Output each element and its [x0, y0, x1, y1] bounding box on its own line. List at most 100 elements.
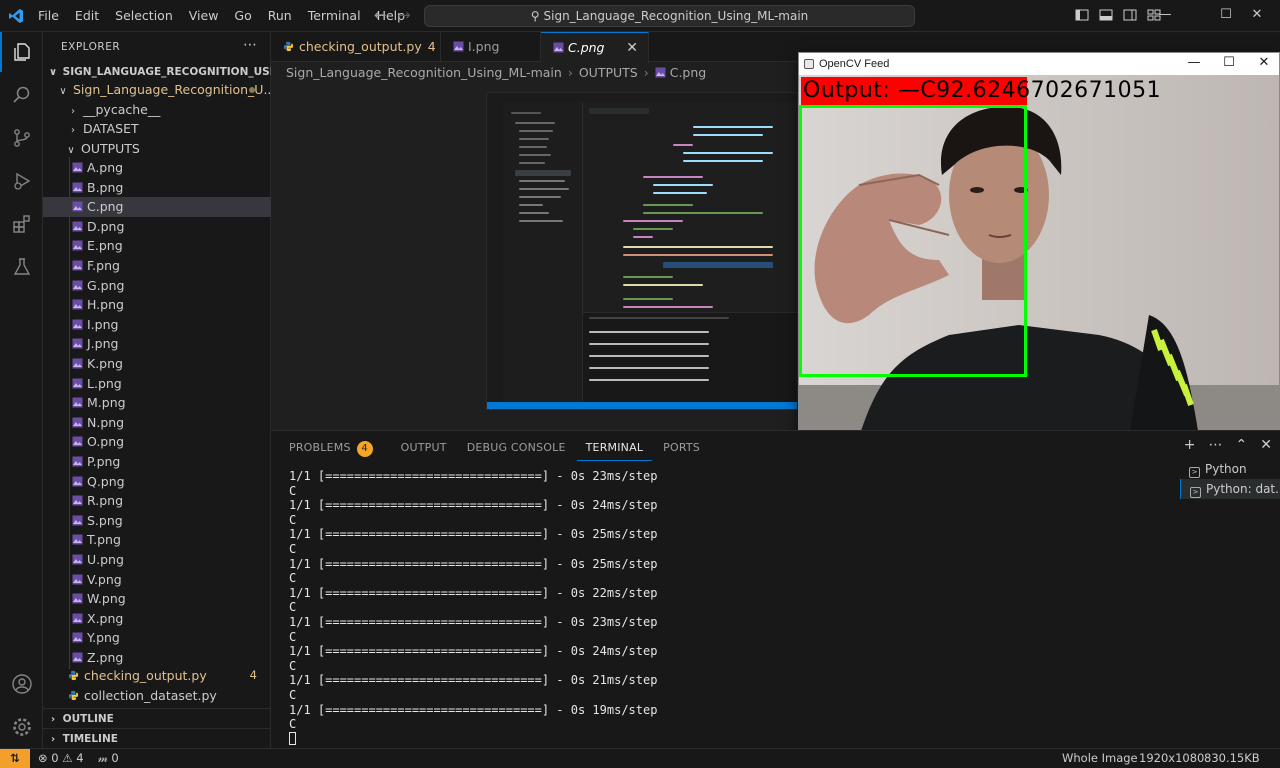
- tab-output[interactable]: OUTPUT: [392, 439, 456, 461]
- terminal-item-python[interactable]: > Python: [1180, 459, 1280, 479]
- maximize-icon[interactable]: ☐: [1214, 55, 1244, 70]
- file-image-item[interactable]: Z.png: [43, 648, 271, 668]
- settings-gear-icon[interactable]: [0, 707, 43, 747]
- tab-terminal[interactable]: TERMINAL: [576, 439, 653, 461]
- explorer-icon[interactable]: [0, 32, 43, 72]
- close-window-icon[interactable]: ✕: [1249, 55, 1279, 70]
- file-image-item[interactable]: R.png: [43, 491, 271, 511]
- file-image-item[interactable]: B.png: [43, 178, 271, 198]
- menu-file[interactable]: File: [30, 0, 67, 32]
- image-view-mode[interactable]: Whole Image: [1062, 749, 1138, 768]
- tab-debug-console[interactable]: DEBUG CONSOLE: [458, 439, 575, 461]
- command-center-search[interactable]: ⚲ Sign_Language_Recognition_Using_ML-main: [424, 5, 915, 27]
- file-image-item[interactable]: N.png: [43, 413, 271, 433]
- testing-flask-icon[interactable]: [0, 247, 43, 287]
- file-image-item[interactable]: F.png: [43, 256, 271, 276]
- file-image-item[interactable]: T.png: [43, 530, 271, 550]
- file-image-item[interactable]: U.png: [43, 550, 271, 570]
- minimize-icon[interactable]: —: [1142, 0, 1188, 32]
- file-image-item[interactable]: Q.png: [43, 472, 271, 492]
- new-terminal-icon[interactable]: +: [1184, 437, 1196, 453]
- breadcrumb-file[interactable]: C.png: [670, 65, 707, 80]
- tab-i-png[interactable]: I.png: [441, 32, 541, 62]
- maximize-panel-icon[interactable]: ⌃: [1236, 437, 1248, 453]
- tab-label: C.png: [568, 40, 605, 55]
- project-folder[interactable]: ∨ Sign_Language_Recognition_U...: [43, 80, 271, 100]
- file-image-item[interactable]: E.png: [43, 236, 271, 256]
- file-collection-dataset[interactable]: collection_dataset.py: [43, 686, 271, 706]
- account-icon[interactable]: [0, 664, 43, 704]
- close-window-icon[interactable]: ✕: [1234, 0, 1280, 32]
- tab-checking-output[interactable]: checking_output.py 4: [271, 32, 441, 62]
- tab-label: checking_output.py: [299, 39, 422, 54]
- remote-indicator-icon[interactable]: ⇅: [0, 749, 30, 768]
- menu-go[interactable]: Go: [226, 0, 259, 32]
- terminal-item-python-dat[interactable]: > Python: dat...: [1180, 479, 1280, 499]
- folder-dataset[interactable]: › DATASET: [43, 119, 271, 139]
- menu-run[interactable]: Run: [260, 0, 300, 32]
- tab-ports[interactable]: PORTS: [654, 439, 709, 461]
- file-image-item[interactable]: I.png: [43, 315, 271, 335]
- source-control-icon[interactable]: [0, 118, 43, 158]
- minimize-icon[interactable]: —: [1179, 55, 1209, 70]
- more-actions-icon[interactable]: ⋯: [243, 37, 257, 53]
- file-image-item[interactable]: D.png: [43, 217, 271, 237]
- image-file-icon: [72, 417, 83, 428]
- toggle-secondary-sidebar-icon[interactable]: [1122, 7, 1138, 23]
- breadcrumb-folder[interactable]: OUTPUTS: [579, 65, 638, 80]
- terminal-list: > Python > Python: dat...: [1180, 459, 1280, 499]
- file-image-label: L.png: [87, 375, 122, 391]
- forward-arrow-icon[interactable]: →: [398, 6, 411, 24]
- file-image-item[interactable]: Y.png: [43, 628, 271, 648]
- folder-pycache[interactable]: › __pycache__: [43, 100, 271, 120]
- close-panel-icon[interactable]: ✕: [1260, 437, 1272, 453]
- toggle-primary-sidebar-icon[interactable]: [1074, 7, 1090, 23]
- file-image-label: G.png: [87, 277, 125, 293]
- toggle-panel-icon[interactable]: [1098, 7, 1114, 23]
- python-file-icon: [68, 670, 79, 681]
- file-image-item[interactable]: C.png: [43, 197, 271, 217]
- breadcrumb-root[interactable]: Sign_Language_Recognition_Using_ML-main: [286, 65, 562, 80]
- menu-selection[interactable]: Selection: [107, 0, 181, 32]
- file-image-item[interactable]: J.png: [43, 334, 271, 354]
- file-image-item[interactable]: X.png: [43, 609, 271, 629]
- ports-status[interactable]: 𝓂 0: [98, 749, 119, 768]
- back-arrow-icon[interactable]: ←: [374, 6, 387, 24]
- folder-outputs[interactable]: ∨ OUTPUTS: [43, 139, 271, 159]
- terminal-prompt[interactable]: [289, 731, 1169, 747]
- close-tab-icon[interactable]: ✕: [626, 33, 638, 63]
- file-image-item[interactable]: P.png: [43, 452, 271, 472]
- file-image-label: A.png: [87, 160, 124, 175]
- timeline-section[interactable]: › TIMELINE: [43, 728, 271, 748]
- file-image-item[interactable]: K.png: [43, 354, 271, 374]
- folder-pycache-label: __pycache__: [82, 102, 161, 117]
- file-image-item[interactable]: V.png: [43, 570, 271, 590]
- menu-view[interactable]: View: [181, 0, 227, 32]
- more-actions-icon[interactable]: ⋯: [1209, 437, 1223, 453]
- terminal-output[interactable]: 1/1 [==============================] - 0…: [289, 469, 1169, 746]
- menu-terminal[interactable]: Terminal: [300, 0, 369, 32]
- file-image-item[interactable]: G.png: [43, 276, 271, 296]
- file-image-item[interactable]: O.png: [43, 432, 271, 452]
- tab-c-png[interactable]: C.png ✕: [541, 32, 649, 63]
- chevron-right-icon: ›: [50, 734, 56, 745]
- run-debug-icon[interactable]: [0, 161, 43, 201]
- file-checking-output[interactable]: checking_output.py 4: [43, 666, 271, 686]
- search-sidebar-icon[interactable]: [0, 75, 43, 115]
- problems-status[interactable]: ⊗ 0 ⚠ 4: [38, 749, 84, 768]
- menu-edit[interactable]: Edit: [67, 0, 107, 32]
- file-image-item[interactable]: W.png: [43, 589, 271, 609]
- file-image-item[interactable]: L.png: [43, 374, 271, 394]
- file-image-label: N.png: [87, 414, 125, 430]
- image-dimensions: 1920x1080: [1139, 751, 1205, 765]
- tab-problems[interactable]: PROBLEMS 4: [289, 439, 382, 461]
- file-image-item[interactable]: M.png: [43, 393, 271, 413]
- outline-section[interactable]: › OUTLINE: [43, 708, 271, 728]
- extensions-icon[interactable]: [0, 204, 43, 244]
- terminal-line: 1/1 [==============================] - 0…: [289, 702, 658, 717]
- file-image-item[interactable]: H.png: [43, 295, 271, 315]
- file-image-item[interactable]: A.png: [43, 158, 271, 178]
- terminal-line: C: [289, 600, 297, 615]
- file-image-item[interactable]: S.png: [43, 511, 271, 531]
- python-file-icon: [283, 41, 294, 52]
